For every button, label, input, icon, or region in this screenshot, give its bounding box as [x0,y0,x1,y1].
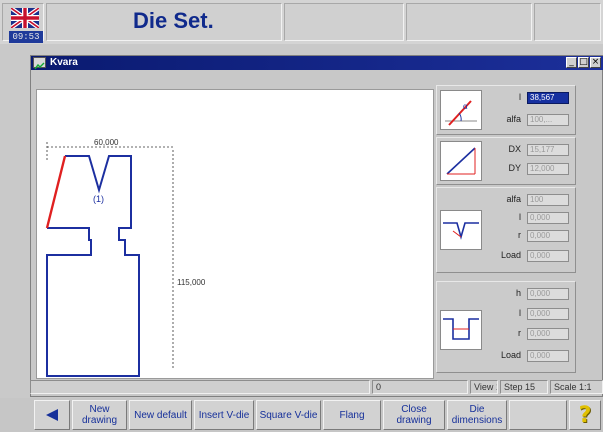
status-view: View 1 [470,380,498,394]
square-l-label: l [519,308,521,318]
square-h-label: h [515,288,521,298]
square-r-field[interactable]: 0,000 [527,328,569,340]
dy-field[interactable]: 12,000 [527,163,569,175]
angle-l-field[interactable]: 38,567 [527,92,569,104]
header-cell-2 [284,3,404,41]
angle-l-label: l [519,92,521,102]
square-h-field[interactable]: 0,000 [527,288,569,300]
back-button[interactable] [34,400,70,430]
vdie-alfa-field[interactable]: 100 [527,194,569,206]
vdie-r-field[interactable]: 0,000 [527,230,569,242]
vdie-alfa-label: alfa [506,194,521,204]
back-arrow-icon [46,409,58,421]
square-load-label: Load [500,350,521,360]
square-load-field[interactable]: 0,000 [527,350,569,362]
vdie-l-label: l [519,212,521,222]
flag-clock-cell: 09:53 [2,3,44,43]
dx-label: DX [508,144,521,154]
close-window-button[interactable]: × [590,57,601,68]
svg-text:α: α [463,102,468,111]
vdie-load-field[interactable]: 0,000 [527,250,569,262]
bottom-toolbar: New drawing New default Insert V-die Squ… [0,398,603,432]
angle-tool[interactable]: α l 38,567 alfa 100,... [436,85,576,135]
angle-line-icon: α [440,90,482,130]
square-vdie-button[interactable]: Square V-die [256,400,321,430]
selected-edge [45,155,67,229]
vdie-r-label: r [518,230,521,240]
window-app-icon [33,57,46,70]
header-bar: 09:53 Die Set. [0,0,603,44]
vdie-tool[interactable]: alfa 100 l 0,000 r 0,000 Load 0,000 [436,187,576,273]
window-titlebar[interactable]: Kvara _ □ × [31,56,603,70]
page-title: Die Set. [133,8,214,33]
angle-alfa-label: alfa [506,114,521,124]
close-drawing-button[interactable]: Close drawing [383,400,445,430]
flang-button[interactable]: Flang [323,400,381,430]
help-question-icon: ? [578,402,592,428]
vdie-load-label: Load [500,250,521,260]
vdie-l-field[interactable]: 0,000 [527,212,569,224]
empty-toolbar-button[interactable] [509,400,567,430]
status-bar: 0 View 1 Step 15 Scale 1:1 [30,380,603,394]
die-outline [46,155,140,377]
kvara-window: Kvara _ □ × 60,000 115,000 (1) α l 38,56… [30,55,603,397]
dx-dy-icon [440,141,482,181]
window-title: Kvara [50,57,78,68]
header-cell-3 [406,3,532,41]
die-dimensions-button[interactable]: Die dimensions [447,400,507,430]
square-vdie-icon [440,310,482,350]
dx-field[interactable]: 15,177 [527,144,569,156]
drawing-canvas[interactable]: 60,000 115,000 (1) [36,89,434,379]
height-dimension-label: 115,000 [177,278,206,287]
status-step: Step 15 [500,380,548,394]
section-break-marks [88,230,120,240]
status-center-value: 0 [372,380,468,394]
width-dimension-label: 60,000 [94,138,119,147]
minimize-button[interactable]: _ [566,57,577,68]
square-vdie-tool[interactable]: h 0,000 l 0,000 r 0,000 Load 0,000 [436,281,576,373]
status-message [30,380,370,394]
square-l-field[interactable]: 0,000 [527,308,569,320]
help-button[interactable]: ? [569,400,601,430]
square-r-label: r [518,328,521,338]
offset-tool[interactable]: DX 15,177 DY 12,000 [436,137,576,185]
dy-label: DY [508,163,521,173]
status-scale: Scale 1:1 [550,380,603,394]
new-drawing-button[interactable]: New drawing [72,400,127,430]
vdie-marker-label: (1) [93,194,104,204]
header-cell-4 [534,3,601,41]
maximize-button[interactable]: □ [578,57,589,68]
angle-alfa-field[interactable]: 100,... [527,114,569,126]
uk-flag-icon[interactable] [11,8,39,28]
tool-panel: α l 38,567 alfa 100,... DX 15,177 DY 12,… [436,85,576,381]
vdie-icon [440,210,482,250]
insert-vdie-button[interactable]: Insert V-die [194,400,254,430]
new-default-button[interactable]: New default [129,400,192,430]
clock: 09:53 [9,31,43,43]
